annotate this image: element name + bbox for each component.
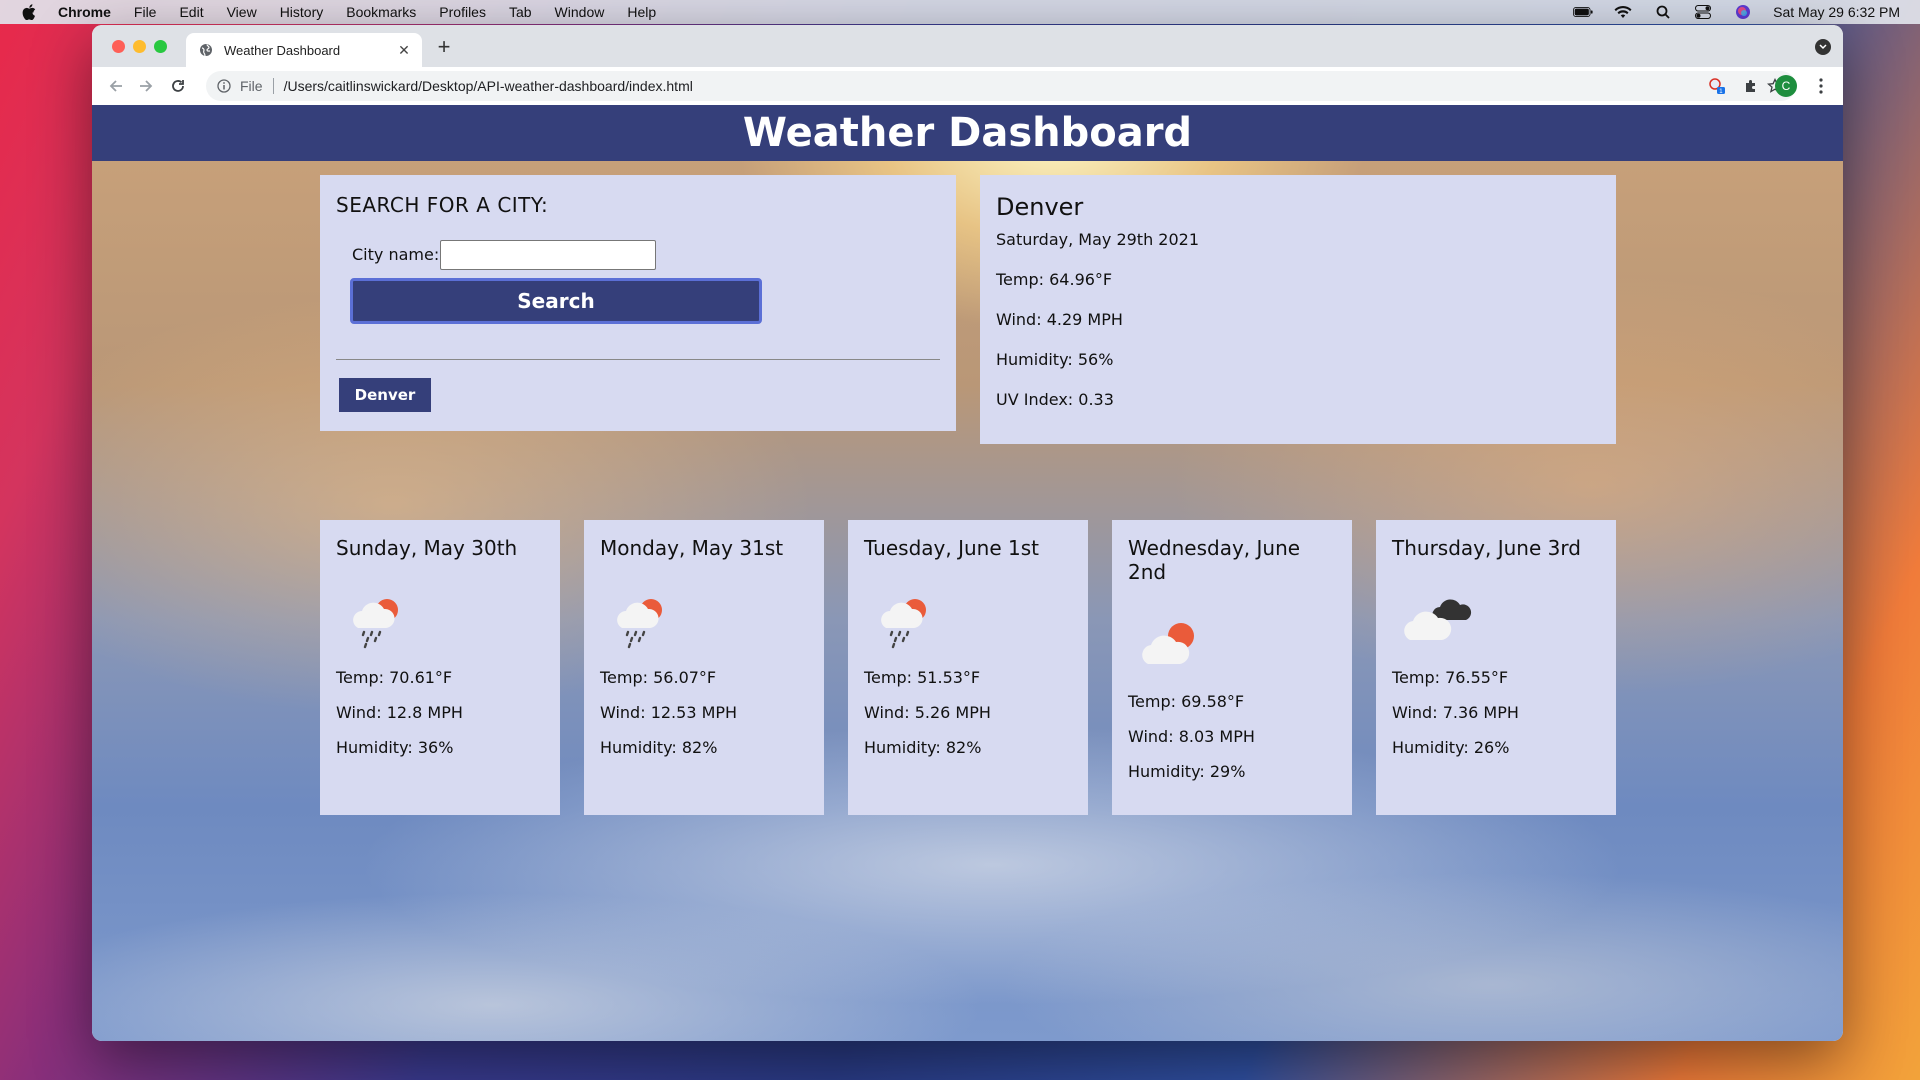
divider bbox=[336, 359, 940, 360]
forecast-wind: Wind: 5.26 MPH bbox=[864, 703, 991, 722]
menu-window[interactable]: Window bbox=[555, 4, 605, 20]
forecast-temp: Temp: 56.07°F bbox=[600, 668, 717, 687]
forecast-wind: Wind: 7.36 MPH bbox=[1392, 703, 1519, 722]
extensions-puzzle-icon[interactable] bbox=[1741, 76, 1761, 96]
forecast-wind: Wind: 12.8 MPH bbox=[336, 703, 463, 722]
forecast-date: Sunday, May 30th bbox=[336, 536, 518, 560]
extensions-area: 1 C bbox=[1707, 75, 1831, 97]
forecast-humidity: Humidity: 82% bbox=[600, 738, 718, 757]
current-temp: Temp: 64.96°F bbox=[996, 270, 1113, 289]
menu-view[interactable]: View bbox=[227, 4, 257, 20]
forecast-card: Sunday, May 30th Temp: 70.61°F Wind: 12.… bbox=[320, 520, 560, 815]
browser-window: Weather Dashboard ✕ + File /Users/caitli… bbox=[92, 25, 1843, 1041]
forecast-humidity: Humidity: 29% bbox=[1128, 762, 1246, 781]
new-tab-button[interactable]: + bbox=[434, 34, 454, 59]
broken-clouds-icon bbox=[1400, 590, 1472, 650]
forecast-wind: Wind: 8.03 MPH bbox=[1128, 727, 1255, 746]
menu-bar: Chrome File Edit View History Bookmarks … bbox=[0, 0, 1920, 24]
menu-history[interactable]: History bbox=[280, 4, 324, 20]
menu-file[interactable]: File bbox=[134, 4, 157, 20]
battery-icon[interactable] bbox=[1573, 5, 1593, 19]
browser-toolbar: File /Users/caitlinswickard/Desktop/API-… bbox=[92, 67, 1843, 105]
forecast-date: Wednesday, June 2nd bbox=[1128, 536, 1301, 584]
current-date: Saturday, May 29th 2021 bbox=[996, 230, 1200, 249]
apple-icon[interactable] bbox=[20, 3, 38, 21]
history-button-denver[interactable]: Denver bbox=[339, 378, 431, 412]
url-separator bbox=[272, 78, 274, 94]
tab-title: Weather Dashboard bbox=[224, 42, 341, 58]
close-window-button[interactable] bbox=[112, 40, 125, 53]
control-center-icon[interactable] bbox=[1693, 5, 1713, 19]
tab-search-icon[interactable] bbox=[1815, 39, 1831, 55]
forecast-date: Tuesday, June 1st bbox=[864, 536, 1039, 560]
rain-sun-icon bbox=[344, 590, 414, 650]
forecast-date: Thursday, June 3rd bbox=[1392, 536, 1581, 560]
current-humidity: Humidity: 56% bbox=[996, 350, 1114, 369]
menu-tab[interactable]: Tab bbox=[509, 4, 532, 20]
forecast-wind: Wind: 12.53 MPH bbox=[600, 703, 738, 722]
rain-sun-icon bbox=[872, 590, 942, 650]
search-button[interactable]: Search bbox=[350, 278, 762, 324]
page-viewport: Weather Dashboard SEARCH FOR A CITY: Cit… bbox=[92, 105, 1843, 1041]
extension-badge-icon[interactable]: 1 bbox=[1707, 76, 1727, 96]
zoom-window-button[interactable] bbox=[154, 40, 167, 53]
address-bar[interactable]: File /Users/caitlinswickard/Desktop/API-… bbox=[206, 71, 1796, 101]
forecast-temp: Temp: 76.55°F bbox=[1392, 668, 1509, 687]
current-wind: Wind: 4.29 MPH bbox=[996, 310, 1123, 329]
partly-cloudy-icon bbox=[1136, 614, 1206, 674]
profile-avatar[interactable]: C bbox=[1775, 75, 1797, 97]
forecast-card: Wednesday, June 2nd Temp: 69.58°F Wind: … bbox=[1112, 520, 1352, 815]
forecast-humidity: Humidity: 26% bbox=[1392, 738, 1510, 757]
menu-help[interactable]: Help bbox=[627, 4, 656, 20]
search-panel: SEARCH FOR A CITY: City name: Search Den… bbox=[320, 175, 956, 431]
url-text[interactable]: /Users/caitlinswickard/Desktop/API-weath… bbox=[284, 78, 693, 94]
forecast-date: Monday, May 31st bbox=[600, 536, 784, 560]
city-name-input[interactable] bbox=[440, 240, 656, 270]
window-controls bbox=[112, 40, 167, 53]
menu-profiles[interactable]: Profiles bbox=[439, 4, 486, 20]
forecast-card: Thursday, June 3rd Temp: 76.55°F Wind: 7… bbox=[1376, 520, 1616, 815]
url-scheme-label: File bbox=[240, 78, 263, 94]
siri-icon[interactable] bbox=[1733, 5, 1753, 19]
tab-strip: Weather Dashboard ✕ + bbox=[92, 25, 1843, 67]
forecast-temp: Temp: 69.58°F bbox=[1128, 692, 1245, 711]
forecast-humidity: Humidity: 82% bbox=[864, 738, 982, 757]
current-uv-index: UV Index: 0.33 bbox=[996, 390, 1114, 409]
tab-weather-dashboard[interactable]: Weather Dashboard ✕ bbox=[186, 33, 422, 67]
search-title: SEARCH FOR A CITY: bbox=[336, 193, 549, 217]
forecast-card: Monday, May 31st Temp: 56.07°F Wind: 12.… bbox=[584, 520, 824, 815]
forecast-temp: Temp: 51.53°F bbox=[864, 668, 981, 687]
menu-app-chrome[interactable]: Chrome bbox=[58, 4, 111, 20]
menu-edit[interactable]: Edit bbox=[179, 4, 203, 20]
tab-close-icon[interactable]: ✕ bbox=[396, 42, 412, 58]
page-header: Weather Dashboard bbox=[92, 105, 1843, 161]
globe-icon bbox=[198, 42, 214, 58]
spotlight-search-icon[interactable] bbox=[1653, 5, 1673, 19]
current-city: Denver bbox=[996, 193, 1084, 221]
back-icon[interactable] bbox=[106, 76, 126, 96]
forecast-card: Tuesday, June 1st Temp: 51.53°F Wind: 5.… bbox=[848, 520, 1088, 815]
city-name-label: City name: bbox=[352, 245, 440, 264]
minimize-window-button[interactable] bbox=[133, 40, 146, 53]
menu-bookmarks[interactable]: Bookmarks bbox=[346, 4, 416, 20]
rain-sun-icon bbox=[608, 590, 678, 650]
site-info-icon[interactable] bbox=[216, 78, 232, 94]
reload-icon[interactable] bbox=[168, 76, 188, 96]
menu-clock[interactable]: Sat May 29 6:32 PM bbox=[1773, 4, 1900, 20]
forecast-humidity: Humidity: 36% bbox=[336, 738, 454, 757]
forward-icon[interactable] bbox=[136, 76, 156, 96]
wifi-icon[interactable] bbox=[1613, 5, 1633, 19]
current-weather-panel: Denver Saturday, May 29th 2021 Temp: 64.… bbox=[980, 175, 1616, 444]
forecast-temp: Temp: 70.61°F bbox=[336, 668, 453, 687]
more-menu-icon[interactable] bbox=[1811, 76, 1831, 96]
